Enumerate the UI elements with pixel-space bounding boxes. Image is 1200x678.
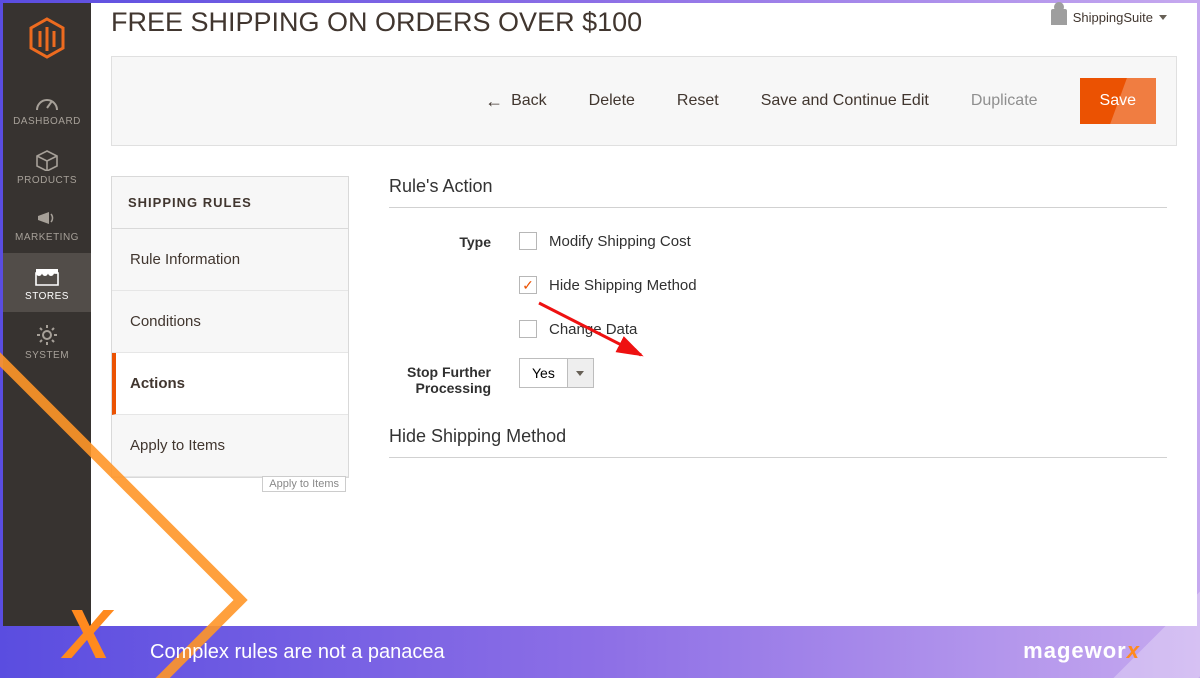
nav-label: STORES xyxy=(25,291,69,302)
delete-button[interactable]: Delete xyxy=(589,92,635,110)
nav-dashboard[interactable]: DASHBOARD xyxy=(3,80,91,137)
caption-bar: Complex rules are not a panacea xyxy=(0,626,1200,678)
tab-conditions[interactable]: Conditions xyxy=(112,291,348,353)
checkbox-hide-method[interactable]: ✓ xyxy=(519,276,537,294)
stop-processing-select[interactable]: Yes xyxy=(519,358,1167,388)
storefront-icon xyxy=(34,265,60,287)
page-title: FREE SHIPPING ON ORDERS OVER $100 xyxy=(91,3,1197,48)
side-tabs: SHIPPING RULES Rule Information Conditio… xyxy=(111,176,349,478)
checkbox-modify-cost[interactable] xyxy=(519,232,537,250)
nav-label: DASHBOARD xyxy=(13,116,81,127)
save-continue-button[interactable]: Save and Continue Edit xyxy=(761,92,929,110)
type-label: Type xyxy=(389,232,519,250)
tab-apply-to-items[interactable]: Apply to Items Apply to Items xyxy=(112,415,348,477)
box-icon xyxy=(35,149,59,171)
left-nav: DASHBOARD PRODUCTS MARKETING STORES SYST… xyxy=(3,3,91,626)
form-area: Rule's Action Type Modify Shipping Cost … xyxy=(389,176,1177,482)
nav-label: MARKETING xyxy=(15,232,79,243)
chevron-down-icon xyxy=(1159,15,1167,20)
action-toolbar: ← Back Delete Reset Save and Continue Ed… xyxy=(111,56,1177,146)
save-button[interactable]: Save xyxy=(1080,78,1156,124)
gauge-icon xyxy=(35,92,59,112)
side-tabs-title: SHIPPING RULES xyxy=(112,177,348,229)
back-label: Back xyxy=(511,92,547,110)
reset-button[interactable]: Reset xyxy=(677,92,719,110)
caption-text: Complex rules are not a panacea xyxy=(150,641,445,664)
account-name: ShippingSuite xyxy=(1073,10,1153,25)
megaphone-icon xyxy=(35,208,59,228)
person-icon xyxy=(1051,9,1067,25)
account-menu[interactable]: ShippingSuite xyxy=(1051,9,1167,25)
nav-products[interactable]: PRODUCTS xyxy=(3,137,91,196)
nav-label: PRODUCTS xyxy=(17,175,77,186)
gear-icon xyxy=(36,324,58,346)
duplicate-button[interactable]: Duplicate xyxy=(971,92,1038,110)
checkbox-label: Change Data xyxy=(549,321,637,338)
nav-marketing[interactable]: MARKETING xyxy=(3,196,91,253)
section-rules-action: Rule's Action xyxy=(389,176,1167,208)
brand-mageworx: mageworx xyxy=(1023,638,1140,664)
nav-stores[interactable]: STORES xyxy=(3,253,91,312)
checkbox-label: Hide Shipping Method xyxy=(549,277,697,294)
hover-tooltip: Apply to Items xyxy=(262,476,346,492)
brand-x-icon: X xyxy=(64,594,105,674)
nav-label: SYSTEM xyxy=(25,350,69,361)
content-area: ShippingSuite FREE SHIPPING ON ORDERS OV… xyxy=(91,3,1197,626)
tab-actions[interactable]: Actions xyxy=(112,353,348,415)
chevron-down-icon xyxy=(568,358,594,388)
nav-system[interactable]: SYSTEM xyxy=(3,312,91,371)
back-button[interactable]: ← Back xyxy=(485,91,547,112)
arrow-left-icon: ← xyxy=(485,91,503,112)
magento-logo-icon[interactable] xyxy=(28,17,66,62)
checkbox-change-data[interactable] xyxy=(519,320,537,338)
app-window: DASHBOARD PRODUCTS MARKETING STORES SYST… xyxy=(3,3,1197,626)
tab-rule-information[interactable]: Rule Information xyxy=(112,229,348,291)
checkbox-label: Modify Shipping Cost xyxy=(549,233,691,250)
stop-processing-label: Stop Further Processing xyxy=(389,358,519,396)
select-value: Yes xyxy=(519,358,568,388)
section-hide-shipping: Hide Shipping Method xyxy=(389,426,1167,458)
